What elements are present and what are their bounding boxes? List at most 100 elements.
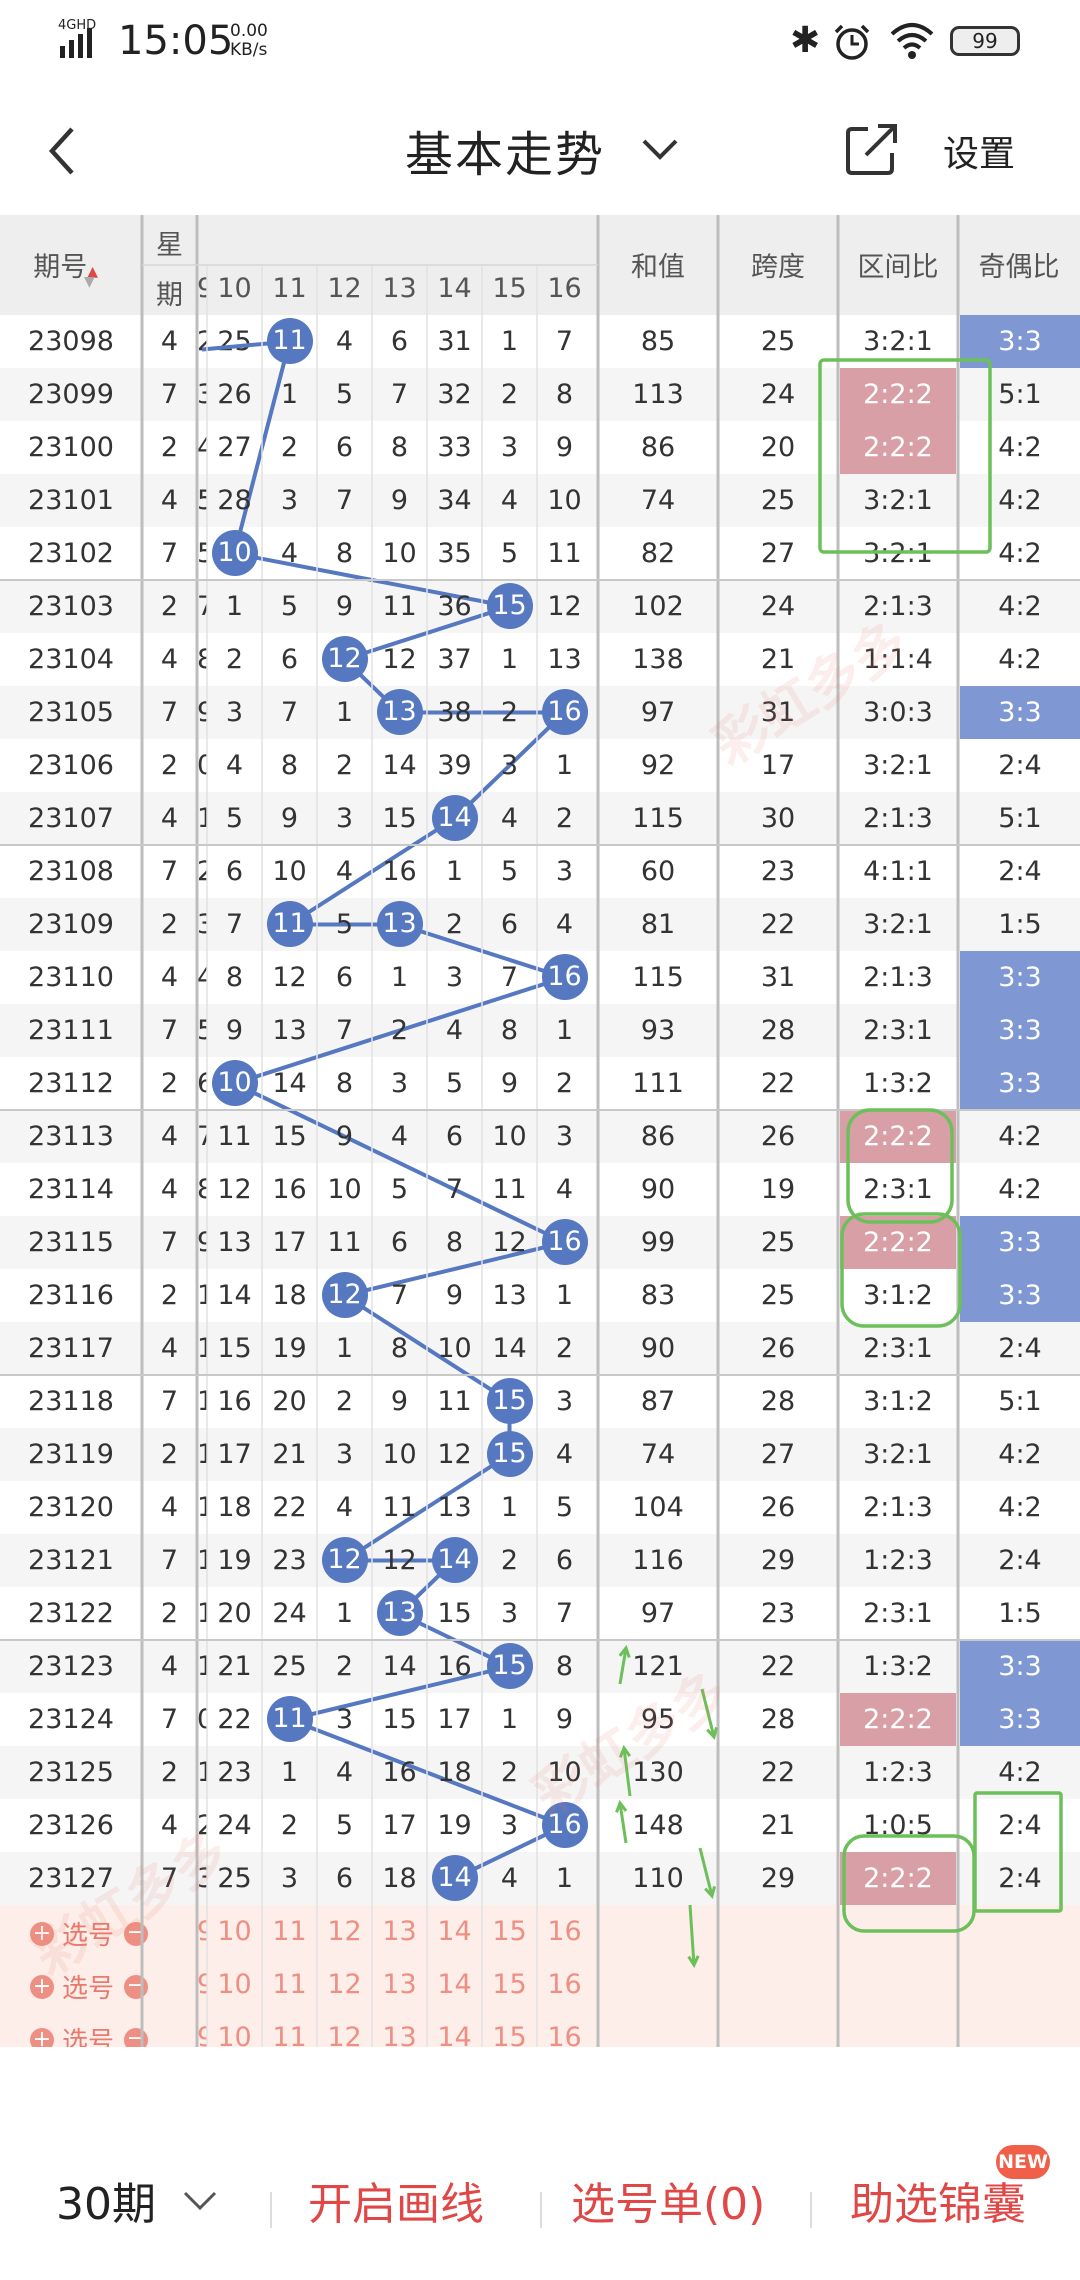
- odd-even-ratio-value: 3:3: [960, 1004, 1080, 1057]
- number-value: 2: [335, 1386, 354, 1417]
- issue-number: 23110: [28, 962, 114, 993]
- pick-number[interactable]: 14: [427, 2011, 482, 2047]
- span-value: 17: [760, 750, 796, 781]
- number-value: 10: [327, 1174, 362, 1205]
- number-value: 12: [382, 644, 417, 675]
- issue-column-header[interactable]: 期号▲▼: [0, 245, 142, 290]
- range-ratio-value: 2:3:1: [863, 1015, 933, 1046]
- winning-number-ball: 14: [431, 795, 478, 841]
- number-value: 12: [547, 591, 582, 622]
- issue-number: 23108: [28, 856, 114, 887]
- pick-number[interactable]: 9: [197, 1905, 207, 1958]
- add-icon[interactable]: +: [30, 1974, 54, 1999]
- pick-number[interactable]: 10: [207, 1905, 262, 1958]
- number-value: 2: [197, 1810, 207, 1841]
- remove-icon[interactable]: −: [124, 2027, 149, 2047]
- number-value: 27: [217, 432, 252, 463]
- number-value: 2: [390, 1015, 409, 1046]
- number-value: 5: [335, 909, 354, 940]
- remove-icon[interactable]: −: [124, 1921, 149, 1946]
- sum-value: 102: [632, 591, 684, 622]
- draw-line-button[interactable]: 开启画线: [308, 2168, 484, 2232]
- number-column-header: 16: [547, 273, 582, 304]
- pick-number[interactable]: 11: [262, 2011, 317, 2047]
- number-value: 3: [555, 1121, 574, 1152]
- span-value: 19: [760, 1174, 796, 1205]
- pick-number[interactable]: 10: [207, 2011, 262, 2047]
- number-value: 15: [382, 803, 417, 834]
- pick-number[interactable]: 11: [262, 1905, 317, 1958]
- number-value: 3: [197, 379, 207, 410]
- number-value: 13: [272, 1015, 307, 1046]
- add-icon[interactable]: +: [30, 1921, 54, 1946]
- period-selector[interactable]: 30期: [56, 2168, 156, 2232]
- add-icon[interactable]: +: [30, 2027, 54, 2047]
- span-value: 22: [760, 909, 796, 940]
- app-header: 基本走势 设置: [0, 85, 1080, 215]
- pick-number[interactable]: 13: [372, 1905, 427, 1958]
- chevron-down-icon[interactable]: [182, 2190, 218, 2212]
- back-arrow-icon[interactable]: [44, 123, 84, 179]
- number-value: 3: [555, 1386, 574, 1417]
- odd-even-ratio-value: 1:5: [998, 1598, 1042, 1629]
- pick-number[interactable]: 16: [537, 1905, 592, 1958]
- pick-number[interactable]: 12: [317, 1958, 372, 2011]
- pick-number[interactable]: 12: [317, 1905, 372, 1958]
- pick-number[interactable]: 12: [317, 2011, 372, 2047]
- number-value: 9: [390, 1386, 409, 1417]
- pick-number[interactable]: 10: [207, 1958, 262, 2011]
- number-value: 17: [382, 1810, 417, 1841]
- number-value: 4: [390, 1121, 409, 1152]
- weekday-header-bottom: 期: [156, 280, 183, 311]
- number-value: 15: [382, 1704, 417, 1735]
- sum-value: 90: [640, 1333, 676, 1364]
- bluetooth-icon: ✱: [790, 20, 821, 61]
- pick-row-control: + 选号 −: [30, 2021, 149, 2047]
- issue-number: 23122: [28, 1598, 114, 1629]
- remove-icon[interactable]: −: [124, 1974, 149, 1999]
- pick-number[interactable]: 13: [372, 2011, 427, 2047]
- chevron-down-icon[interactable]: [640, 137, 680, 163]
- range-ratio-value: 3:1:2: [863, 1280, 933, 1311]
- odd-even-ratio-value: 3:3: [960, 315, 1080, 368]
- weekday-value: 7: [160, 856, 179, 887]
- sum-value: 90: [640, 1174, 676, 1205]
- sort-icon[interactable]: ▲▼: [84, 252, 109, 290]
- weekday-value: 2: [160, 591, 179, 622]
- settings-button[interactable]: 设置: [943, 125, 1015, 177]
- number-value: 15: [217, 1333, 252, 1364]
- span-value: 27: [760, 1439, 796, 1470]
- pick-number[interactable]: 16: [537, 1958, 592, 2011]
- number-value: 6: [225, 856, 244, 887]
- number-value: 3: [555, 856, 574, 887]
- number-value: 25: [217, 1863, 252, 1894]
- number-value: 3: [335, 803, 354, 834]
- pick-number[interactable]: 14: [427, 1905, 482, 1958]
- pick-number[interactable]: 9: [197, 2011, 207, 2047]
- pick-list-button[interactable]: 选号单(0): [571, 2168, 765, 2232]
- number-value: 11: [547, 538, 582, 569]
- helper-button[interactable]: 助选锦囊: [850, 2168, 1026, 2232]
- pick-number[interactable]: 9: [197, 1958, 207, 2011]
- span-value: 25: [760, 326, 796, 357]
- odd-even-ratio-value: 2:4: [998, 1810, 1042, 1841]
- number-value: 33: [437, 432, 472, 463]
- pick-number[interactable]: 11: [262, 1958, 317, 2011]
- pick-number[interactable]: 15: [482, 1905, 537, 1958]
- number-value: 9: [197, 697, 207, 728]
- pick-number[interactable]: 15: [482, 2011, 537, 2047]
- number-value: 1: [555, 1015, 574, 1046]
- weekday-value: 2: [160, 909, 179, 940]
- page-title[interactable]: 基本走势: [405, 115, 605, 185]
- pick-number[interactable]: 14: [427, 1958, 482, 2011]
- number-value: 17: [437, 1704, 472, 1735]
- number-value: 1: [335, 697, 354, 728]
- share-icon[interactable]: [844, 121, 900, 177]
- number-value: 1: [555, 1280, 574, 1311]
- pick-number[interactable]: 13: [372, 1958, 427, 2011]
- number-value: 7: [197, 1121, 207, 1152]
- weekday-value: 7: [160, 697, 179, 728]
- pick-number[interactable]: 15: [482, 1958, 537, 2011]
- number-value: 13: [197, 1439, 207, 1470]
- pick-number[interactable]: 16: [537, 2011, 592, 2047]
